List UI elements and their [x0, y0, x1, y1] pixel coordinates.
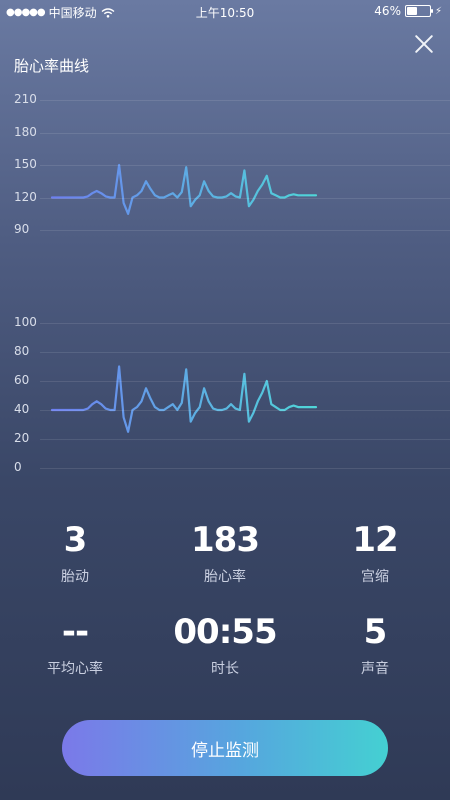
gridline — [40, 410, 450, 411]
y-tick-label: 100 — [14, 315, 37, 329]
y-tick-label: 80 — [14, 344, 30, 358]
gridline — [40, 439, 450, 440]
gridline — [40, 468, 450, 469]
page-title: 胎心率曲线 — [14, 57, 90, 75]
stat-contractions: 12 宫缩 — [300, 520, 450, 586]
gridline — [40, 230, 450, 231]
stat-label: 胎动 — [61, 569, 89, 585]
stat-sound: 5 声音 — [300, 612, 450, 678]
gridline — [40, 165, 450, 166]
stat-value: 00:55 — [173, 612, 277, 652]
stat-label: 胎心率 — [204, 569, 246, 585]
gridline — [40, 352, 450, 353]
gridline — [40, 381, 450, 382]
stat-value: 5 — [363, 612, 388, 652]
fetal-heart-rate-chart: 210 180 150 120 90 100 80 60 40 20 0 — [0, 90, 450, 485]
heart-rate-line — [50, 365, 318, 433]
y-tick-label: 150 — [14, 157, 37, 171]
stat-fetal-movement: 3 胎动 — [0, 520, 150, 586]
battery-icon — [404, 5, 433, 17]
y-tick-label: 210 — [14, 92, 37, 106]
gridline — [40, 132, 450, 134]
battery-percent: 46% — [374, 4, 401, 18]
gridline — [40, 197, 450, 199]
close-icon[interactable] — [412, 32, 436, 56]
stat-label: 宫缩 — [361, 569, 389, 585]
y-tick-label: 60 — [14, 373, 30, 387]
gridline — [40, 323, 450, 324]
y-tick-label: 120 — [14, 189, 37, 204]
stat-average-heart-rate: -- 平均心率 — [0, 612, 150, 678]
y-tick-label: 20 — [14, 431, 30, 445]
stat-value: 3 — [63, 520, 88, 560]
y-tick-label: 40 — [14, 402, 30, 416]
y-tick-label: 90 — [14, 222, 30, 236]
stat-value: -- — [61, 612, 89, 652]
stop-monitoring-button[interactable]: 停止监测 — [62, 720, 388, 776]
y-tick-label: 0 — [14, 460, 22, 474]
charging-icon: ⚡ — [434, 5, 442, 17]
heart-rate-line — [50, 163, 318, 215]
stat-label: 平均心率 — [47, 661, 103, 677]
y-tick-label: 180 — [14, 124, 37, 139]
gridline — [40, 100, 450, 101]
stat-label: 声音 — [361, 661, 389, 677]
chart-svg — [50, 163, 318, 433]
stat-label: 时长 — [211, 661, 239, 677]
stat-duration: 00:55 时长 — [150, 612, 300, 678]
stat-value: 183 — [191, 520, 260, 560]
status-bar: ●●●●● 中国移动 上午10:50 46% ⚡ — [0, 0, 450, 22]
stat-value: 12 — [352, 520, 398, 560]
battery-group: 46% ⚡ — [374, 4, 442, 18]
stat-fetal-heart-rate: 183 胎心率 — [150, 520, 300, 586]
